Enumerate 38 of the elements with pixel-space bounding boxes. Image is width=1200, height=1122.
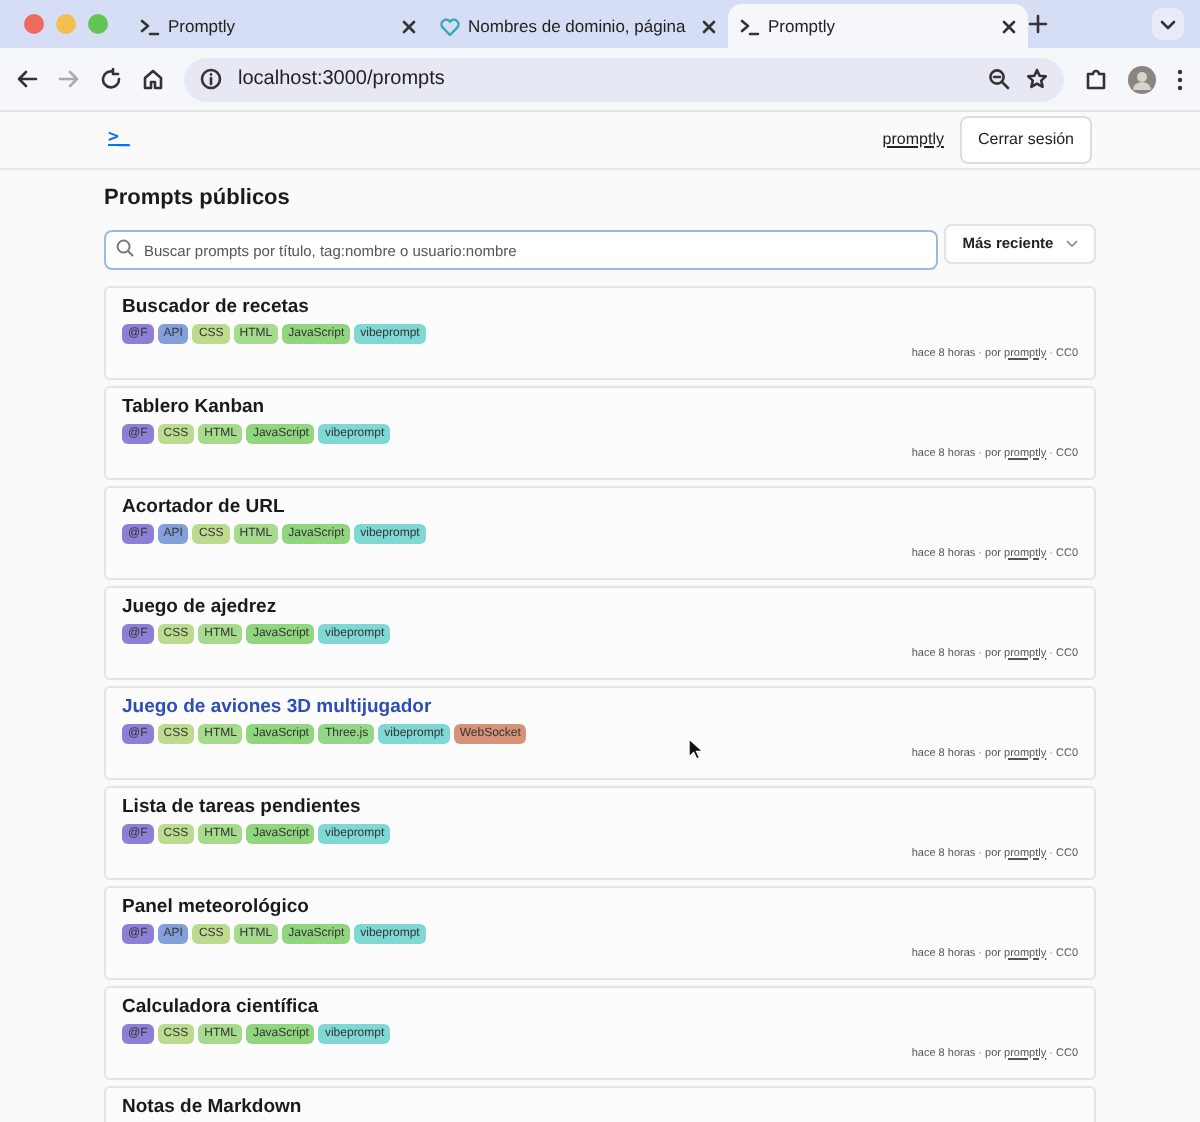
star-icon[interactable]: [1026, 68, 1048, 90]
user-link[interactable]: promptly: [882, 128, 944, 152]
prompt-title[interactable]: Acortador de URL: [122, 495, 1078, 519]
close-icon[interactable]: [702, 19, 716, 33]
zoom-icon[interactable]: [988, 68, 1010, 90]
prompt-title[interactable]: Tablero Kanban: [122, 395, 1078, 419]
address-bar[interactable]: localhost:3000/prompts: [184, 57, 1064, 101]
home-icon[interactable]: [142, 68, 164, 90]
terminal-icon: [140, 17, 160, 35]
reload-icon[interactable]: [100, 68, 122, 90]
info-icon: [200, 68, 222, 90]
mouse-cursor-icon: [688, 738, 704, 760]
prompt-title[interactable]: Calculadora científica: [122, 995, 1078, 1019]
chevron-down-icon: [1065, 239, 1078, 247]
dropdown-icon[interactable]: [1152, 8, 1184, 40]
logo[interactable]: >_: [108, 126, 130, 154]
browser-tab[interactable]: Promptly: [128, 4, 428, 48]
close-icon[interactable]: [402, 19, 416, 33]
terminal-icon: [740, 17, 760, 35]
browser-tab[interactable]: Promptly: [728, 4, 1028, 48]
prompt-title[interactable]: Panel meteorológico: [122, 895, 1078, 919]
heart-icon: [440, 17, 460, 35]
new-tab-icon[interactable]: [1028, 14, 1048, 34]
prompt-card[interactable]: Notas de Markdown: [104, 1085, 1096, 1122]
back-icon[interactable]: [16, 68, 38, 90]
prompt-title[interactable]: Juego de ajedrez: [122, 595, 1078, 619]
prompt-title[interactable]: Buscador de recetas: [122, 295, 1078, 319]
search-icon: [116, 238, 134, 256]
menu-icon[interactable]: [1176, 67, 1184, 91]
prompt-title[interactable]: Lista de tareas pendientes: [122, 795, 1078, 819]
extensions-icon[interactable]: [1084, 67, 1108, 91]
prompt-title[interactable]: Juego de aviones 3D multijugador: [122, 695, 1078, 719]
browser-tab[interactable]: Nombres de dominio, página: [428, 4, 728, 48]
page-heading: Prompts públicos: [104, 184, 292, 214]
logout-button[interactable]: Cerrar sesión: [959, 116, 1092, 164]
close-icon[interactable]: [1002, 19, 1016, 33]
prompt-title[interactable]: Notas de Markdown: [122, 1095, 1078, 1119]
avatar-icon[interactable]: [1128, 65, 1156, 93]
